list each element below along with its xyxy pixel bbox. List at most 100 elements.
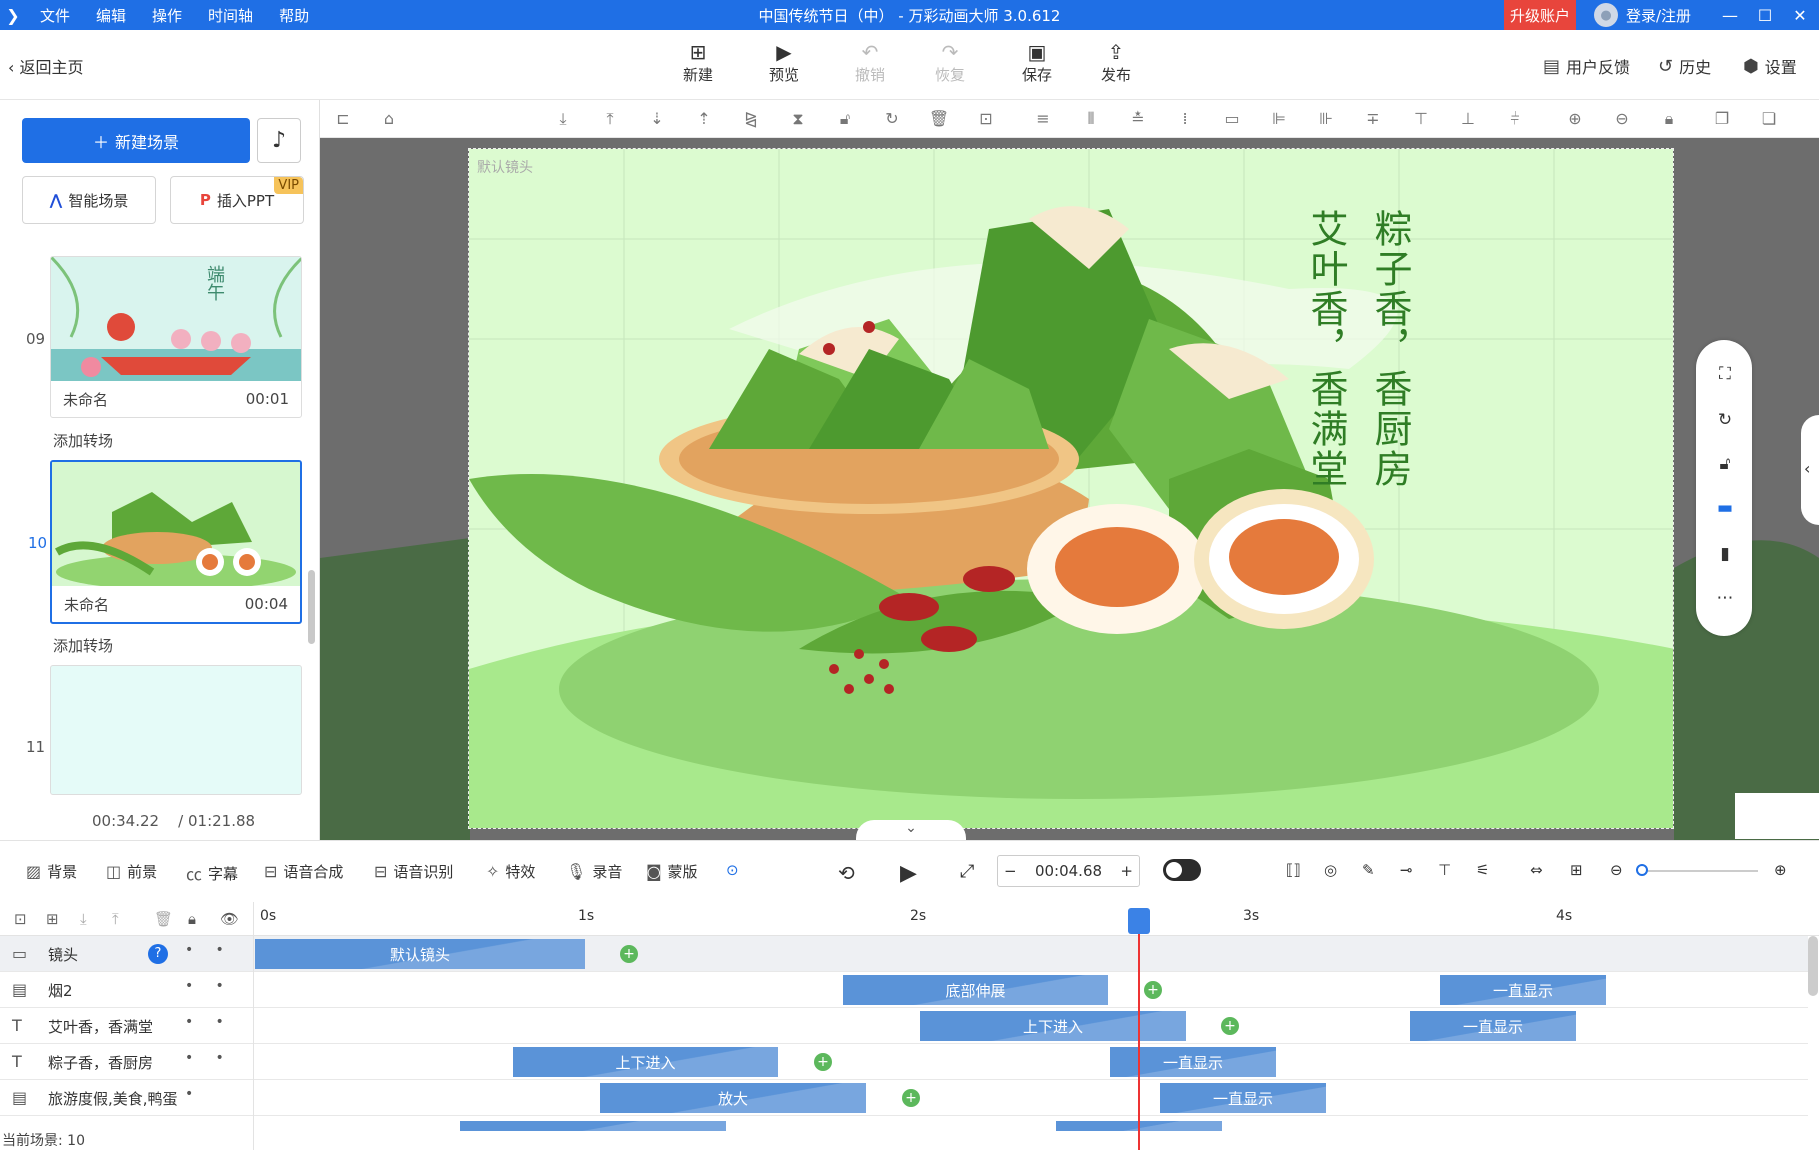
zoom-in-icon[interactable]: ⊕ xyxy=(1564,108,1586,130)
align-middle-icon[interactable]: ∓ xyxy=(1362,108,1384,130)
animation-clip[interactable]: 放大 xyxy=(600,1083,866,1113)
save-button[interactable]: ▣ 保存 xyxy=(1007,40,1067,85)
move-down-icon[interactable]: ⇣ xyxy=(646,108,668,130)
ruler-icon[interactable]: ⊏ xyxy=(332,108,354,130)
settings-button[interactable]: ⬢ 设置 xyxy=(1743,54,1797,78)
track-row[interactable]: T 粽子香，香厨房 • • 上下进入 + 一直显示 xyxy=(0,1044,1808,1080)
speech-recognition-button[interactable]: ⊟ 语音识别 xyxy=(374,861,453,882)
add-keyframe-icon[interactable]: + xyxy=(902,1089,920,1107)
lock-icon[interactable]: 🔓︎ xyxy=(1714,454,1736,476)
track-row[interactable]: ▭ 镜头 ? • • 默认镜头 + xyxy=(0,936,1808,972)
zoom-out-icon[interactable]: ⊖ xyxy=(1611,108,1633,130)
play-button[interactable]: ▶ xyxy=(900,861,917,886)
minus-icon[interactable]: − xyxy=(1004,862,1017,880)
add-keyframe-icon[interactable]: + xyxy=(814,1053,832,1071)
toggle-switch[interactable] xyxy=(1163,859,1201,881)
menu-help[interactable]: 帮助 xyxy=(279,5,309,26)
scene-list-scrollbar[interactable] xyxy=(308,570,315,644)
zoom-in-icon[interactable]: ⊕ xyxy=(1774,861,1787,879)
animation-clip[interactable]: 默认镜头 xyxy=(255,939,585,969)
adjust-icon[interactable]: ⚟ xyxy=(1476,861,1489,879)
tts-button[interactable]: ⊟ 语音合成 xyxy=(264,861,343,882)
time-stepper[interactable]: − 00:04.68 + xyxy=(997,855,1140,887)
animation-clip[interactable]: 上下进入 xyxy=(513,1047,778,1077)
animation-clip[interactable] xyxy=(460,1121,726,1131)
animation-clip[interactable]: 底部伸展 xyxy=(843,975,1108,1005)
canvas-area[interactable]: 默认镜头 粽子香，香厨房 艾叶香，香满堂 xyxy=(320,138,1819,840)
history-button[interactable]: ↺ 历史 xyxy=(1658,54,1711,78)
align-vcenter-icon[interactable]: ⫩ xyxy=(1504,108,1526,130)
more-tools-icon[interactable]: ⊙ xyxy=(726,861,739,879)
zoom-slider[interactable] xyxy=(1640,870,1758,872)
flip-horizontal-icon[interactable]: ⧎ xyxy=(740,108,762,130)
grid-icon[interactable]: ▭ xyxy=(1221,108,1243,130)
fullscreen-icon[interactable]: ⤢ xyxy=(960,861,974,882)
camera-icon[interactable]: ◎ xyxy=(1324,861,1337,879)
more-icon[interactable]: ⋯ xyxy=(1714,588,1736,610)
animation-clip[interactable]: 一直显示 xyxy=(1410,1011,1576,1041)
zoom-out-icon[interactable]: ⊖ xyxy=(1610,861,1623,879)
move-bottom-icon[interactable]: ⤓ xyxy=(552,108,574,130)
menu-file[interactable]: 文件 xyxy=(40,5,70,26)
edit-icon[interactable]: ✎ xyxy=(1362,861,1375,879)
screen-icon[interactable]: ▬ xyxy=(1714,498,1736,520)
align-left-icon[interactable]: ⊫ xyxy=(1268,108,1290,130)
add-transition-button[interactable]: 添加转场 xyxy=(53,635,113,656)
align-icon[interactable]: ≡ xyxy=(1032,108,1054,130)
lock-icon[interactable]: 🔓︎ xyxy=(834,108,856,130)
poem-left-text[interactable]: 艾叶香，香满堂 xyxy=(1303,209,1349,529)
align-top-icon[interactable]: ⊤ xyxy=(1410,108,1432,130)
focus-icon[interactable]: ⊡ xyxy=(975,108,997,130)
minimize-icon[interactable]: — xyxy=(1710,0,1750,30)
undo-button[interactable]: ↶ 撤销 xyxy=(840,40,900,85)
upgrade-account-button[interactable]: 升级账户 xyxy=(1504,0,1576,30)
record-button[interactable]: 🎙︎ 录音 xyxy=(566,861,622,882)
ratio-icon[interactable]: ⊞ xyxy=(1570,861,1583,879)
close-icon[interactable]: ✕ xyxy=(1780,0,1819,30)
track-row[interactable]: ▤ 旅游度假,美食,鸭蛋 • 放大 + 一直显示 xyxy=(0,1080,1808,1116)
add-keyframe-icon[interactable]: + xyxy=(620,945,638,963)
align-bottom-icon[interactable]: ⊥ xyxy=(1457,108,1479,130)
scene-card-09[interactable]: 端午 未命名 00:01 xyxy=(50,256,302,418)
insert-ppt-button[interactable]: P 插入PPT VIP xyxy=(170,176,304,224)
path-icon[interactable]: ⊸ xyxy=(1400,861,1413,879)
lock-icon[interactable]: 🔒︎ xyxy=(1658,108,1680,130)
move-up-icon[interactable]: ⇡ xyxy=(693,108,715,130)
filter-icon[interactable]: ⊤ xyxy=(1438,861,1451,879)
track-row[interactable]: ▤ 烟2 • • 底部伸展 + 一直显示 xyxy=(0,972,1808,1008)
rotate-canvas-icon[interactable]: ↻ xyxy=(1714,410,1736,432)
menu-timeline[interactable]: 时间轴 xyxy=(208,5,253,26)
menu-edit[interactable]: 编辑 xyxy=(96,5,126,26)
collapse-timeline-button[interactable]: ⌄ xyxy=(856,820,966,842)
mask-button[interactable]: ◙ 蒙版 xyxy=(646,861,698,882)
align-right-icon[interactable]: ⊪ xyxy=(1315,108,1337,130)
poem-right-text[interactable]: 粽子香，香厨房 xyxy=(1367,209,1413,529)
rotate-icon[interactable]: ↻ xyxy=(881,108,903,130)
timeline-ruler[interactable]: ⊡ ⊞ ⤓ ⤒ 🗑︎ 🔒︎ 👁︎ 0s 1s 2s 3s 4s xyxy=(0,902,1819,936)
publish-button[interactable]: ⇪ 发布 xyxy=(1086,40,1146,85)
spacing-icon[interactable]: ⁞ xyxy=(1174,108,1196,130)
add-transition-button[interactable]: 添加转场 xyxy=(53,430,113,451)
back-home-button[interactable]: ‹ 返回主页 xyxy=(8,54,84,78)
feedback-button[interactable]: ▤ 用户反馈 xyxy=(1543,54,1630,78)
effects-button[interactable]: ✧ 特效 xyxy=(486,861,535,882)
fit-width-icon[interactable]: ⇔ xyxy=(1530,861,1543,879)
subtitle-button[interactable]: ㏄字幕 xyxy=(186,861,238,885)
fit-screen-icon[interactable]: ⛶ xyxy=(1714,364,1736,386)
preview-button[interactable]: ▶ 预览 xyxy=(754,40,814,85)
collapse-right-button[interactable]: ‹ xyxy=(1801,415,1819,525)
add-keyframe-icon[interactable]: + xyxy=(1144,981,1162,999)
home-icon[interactable]: ⌂ xyxy=(378,108,400,130)
align-center-icon[interactable]: ≛ xyxy=(1127,108,1149,130)
minimap-thumbnail[interactable] xyxy=(1735,793,1819,839)
new-scene-button[interactable]: ＋ 新建场景 xyxy=(22,118,250,163)
playhead-handle[interactable] xyxy=(1128,908,1150,934)
keyframe-icon[interactable]: ⟦⟧ xyxy=(1286,861,1301,879)
smart-scene-button[interactable]: ⋀ 智能场景 xyxy=(22,176,156,224)
foreground-button[interactable]: ◫ 前景 xyxy=(106,861,157,882)
animation-clip[interactable]: 一直显示 xyxy=(1160,1083,1326,1113)
stage[interactable]: 默认镜头 粽子香，香厨房 艾叶香，香满堂 xyxy=(468,148,1674,829)
redo-button[interactable]: ↷ 恢复 xyxy=(920,40,980,85)
menu-operate[interactable]: 操作 xyxy=(152,5,182,26)
background-button[interactable]: ▨ 背景 xyxy=(26,861,77,882)
